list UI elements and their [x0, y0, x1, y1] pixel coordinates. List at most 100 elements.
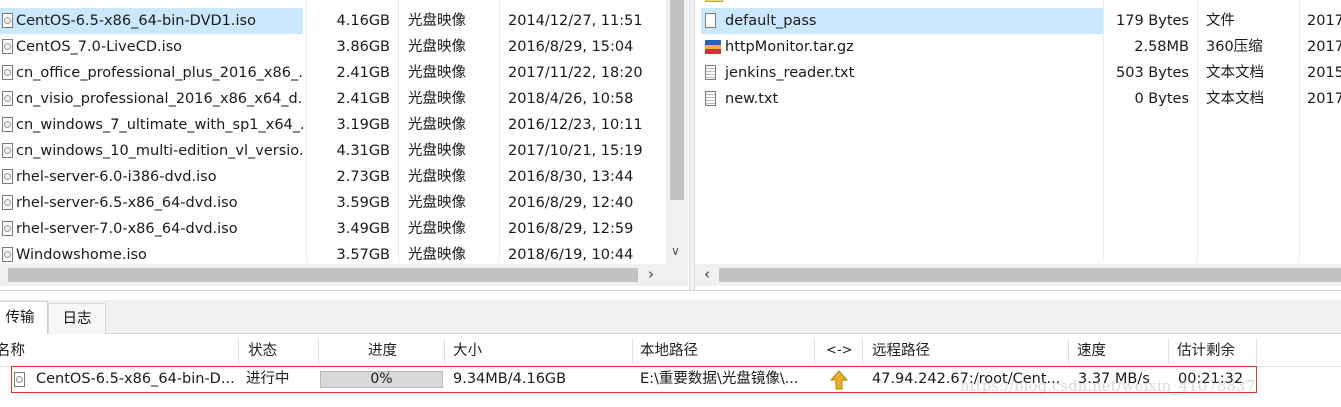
- progress-label: 0%: [370, 371, 393, 387]
- scroll-left-arrow-icon[interactable]: ‹: [704, 265, 710, 283]
- file-row[interactable]: cn_windows_7_ultimate_with_sp1_x64_... 3.…: [0, 112, 666, 138]
- scrollbar-thumb[interactable]: [719, 268, 1341, 282]
- file-row[interactable]: cn_visio_professional_2016_x86_x64_d... 2…: [0, 86, 666, 112]
- disc-file-icon: [2, 39, 13, 54]
- file-modified: 2016/8/30, 13:44: [508, 169, 634, 185]
- disc-file-icon: [2, 247, 13, 262]
- file-row[interactable]: rhel-server-7.0-x86_64-dvd.iso 3.49GB 光盘映像…: [0, 216, 666, 242]
- file-type: 光盘映像: [408, 143, 466, 159]
- archive-file-icon: [705, 40, 721, 54]
- transfer-local-path: E:\重要数据\光盘镜像\...: [640, 371, 799, 387]
- tab-transfer[interactable]: 传输: [0, 301, 48, 334]
- file-type: 光盘映像: [408, 39, 466, 55]
- file-name: jenkins_reader.txt: [725, 65, 855, 81]
- scrollbar-thumb[interactable]: [670, 0, 684, 200]
- file-type: 光盘映像: [408, 169, 466, 185]
- local-vertical-scrollbar[interactable]: ∨: [666, 0, 688, 264]
- disc-file-icon: [2, 221, 13, 236]
- file-name: cn_windows_7_ultimate_with_sp1_x64_...: [16, 117, 304, 133]
- file-size: 179 Bytes: [1116, 13, 1189, 29]
- file-name: cn_office_professional_plus_2016_x86_...: [16, 65, 304, 81]
- file-modified: 2017: [1307, 91, 1341, 107]
- file-type: 光盘映像: [408, 13, 466, 29]
- file-size: 3.19GB: [336, 117, 390, 133]
- file-row[interactable]: rhel-server-6.0-i386-dvd.iso 2.73GB 光盘映像 20…: [0, 164, 666, 190]
- file-type: 光盘映像: [408, 91, 466, 107]
- disc-file-icon: [2, 117, 13, 132]
- file-size: 503 Bytes: [1116, 65, 1189, 81]
- disc-file-icon: [2, 13, 13, 28]
- file-modified: 2014/12/27, 11:51: [508, 13, 643, 29]
- tab-log-label: 日志: [62, 311, 92, 327]
- disc-file-icon: [2, 91, 13, 106]
- file-size: 3.59GB: [336, 195, 390, 211]
- file-modified: 2018/4/26, 10:58: [508, 91, 634, 107]
- file-name: rhel-server-6.0-i386-dvd.iso: [16, 169, 217, 185]
- file-name: rhel-server-7.0-x86_64-dvd.iso: [16, 221, 238, 237]
- text-file-icon: [705, 65, 716, 80]
- disc-file-icon: [2, 143, 13, 158]
- transfer-size: 9.34MB/4.16GB: [453, 371, 567, 387]
- file-name: cn_visio_professional_2016_x86_x64_d...: [16, 91, 304, 107]
- header-status[interactable]: 状态: [248, 337, 277, 365]
- file-row[interactable]: httpMonitor.tar.gz 2.58MB 360压缩 2017: [695, 34, 1341, 60]
- file-row[interactable]: cn_office_professional_plus_2016_x86_...…: [0, 60, 666, 86]
- file-modified: 2017/10/21, 15:19: [508, 143, 643, 159]
- file-row[interactable]: default_pass 179 Bytes 文件 2017: [695, 8, 1341, 34]
- file-modified: 2017/11/22, 18:20: [508, 65, 643, 81]
- header-name[interactable]: 名称: [0, 337, 25, 365]
- tab-transfer-label: 传输: [5, 310, 35, 326]
- header-eta[interactable]: 估计剩余: [1177, 337, 1235, 365]
- transfer-file-name: CentOS-6.5-x86_64-bin-D...: [36, 371, 235, 387]
- file-size: 2.58MB: [1134, 39, 1189, 55]
- watermark: https://blog.csdn.net/weixin_41078837: [960, 377, 1256, 395]
- file-row[interactable]: CentOS-6.5-x86_64-bin-DVD1.iso 4.16GB 光盘映像…: [0, 8, 666, 34]
- disc-file-icon: [2, 169, 13, 184]
- header-local-path[interactable]: 本地路径: [640, 337, 698, 365]
- file-size: 2.41GB: [336, 65, 390, 81]
- file-name: CentOS-6.5-x86_64-bin-DVD1.iso: [16, 13, 256, 29]
- transfer-progress-bar: 0%: [320, 371, 443, 388]
- file-row[interactable]: rhel-server-6.5-x86_64-dvd.iso 3.59GB 光盘映像…: [0, 190, 666, 216]
- remote-horizontal-scrollbar[interactable]: ‹: [695, 264, 1341, 286]
- file-row[interactable]: cn_windows_10_multi-edition_vl_versio...…: [0, 138, 666, 164]
- scrollbar-thumb[interactable]: [8, 268, 638, 282]
- file-size: 4.16GB: [336, 13, 390, 29]
- header-speed[interactable]: 速度: [1077, 337, 1106, 365]
- file-type: 光盘映像: [408, 65, 466, 81]
- file-modified: 2016/8/29, 12:59: [508, 221, 634, 237]
- remote-file-pane: default_pass 179 Bytes 文件 2017 httpMonitor.t…: [695, 0, 1341, 288]
- upload-arrow-icon: [829, 370, 849, 390]
- header-direction[interactable]: <->: [826, 337, 852, 365]
- file-row[interactable]: jenkins_reader.txt 503 Bytes 文本文档 2015: [695, 60, 1341, 86]
- header-separator: [444, 338, 445, 364]
- scroll-right-arrow-icon[interactable]: ›: [648, 265, 654, 283]
- header-remote-path[interactable]: 远程路径: [872, 337, 930, 365]
- header-size[interactable]: 大小: [453, 337, 482, 365]
- file-row[interactable]: new.txt 0 Bytes 文本文档 2017: [695, 86, 1341, 112]
- file-name: httpMonitor.tar.gz: [725, 39, 854, 55]
- header-separator: [862, 338, 863, 364]
- file-size: 2.41GB: [336, 91, 390, 107]
- tab-log[interactable]: 日志: [48, 303, 106, 334]
- file-size: 4.31GB: [336, 143, 390, 159]
- file-modified: 2016/12/23, 10:11: [508, 117, 643, 133]
- file-size: 0 Bytes: [1134, 91, 1189, 107]
- file-modified: 2016/8/29, 15:04: [508, 39, 634, 55]
- file-row[interactable]: CentOS_7.0-LiveCD.iso 3.86GB 光盘映像 2016/8/29…: [0, 34, 666, 60]
- file-type: 360压缩: [1206, 39, 1263, 55]
- header-progress[interactable]: 进度: [368, 337, 397, 365]
- header-separator: [1068, 338, 1069, 364]
- file-size: 3.86GB: [336, 39, 390, 55]
- partial-top-row: [705, 0, 1341, 2]
- file-name: rhel-server-6.5-x86_64-dvd.iso: [16, 195, 238, 211]
- file-type: 文本文档: [1206, 91, 1264, 107]
- header-separator: [814, 338, 815, 364]
- scroll-down-arrow-icon[interactable]: ∨: [671, 244, 680, 258]
- local-file-pane: CentOS-6.5-x86_64-bin-DVD1.iso 4.16GB 光盘映像…: [0, 0, 689, 288]
- file-type: 光盘映像: [408, 117, 466, 133]
- header-separator: [238, 338, 239, 364]
- file-type: 光盘映像: [408, 195, 466, 211]
- local-horizontal-scrollbar[interactable]: ›: [0, 264, 688, 286]
- disc-file-icon: [2, 195, 13, 210]
